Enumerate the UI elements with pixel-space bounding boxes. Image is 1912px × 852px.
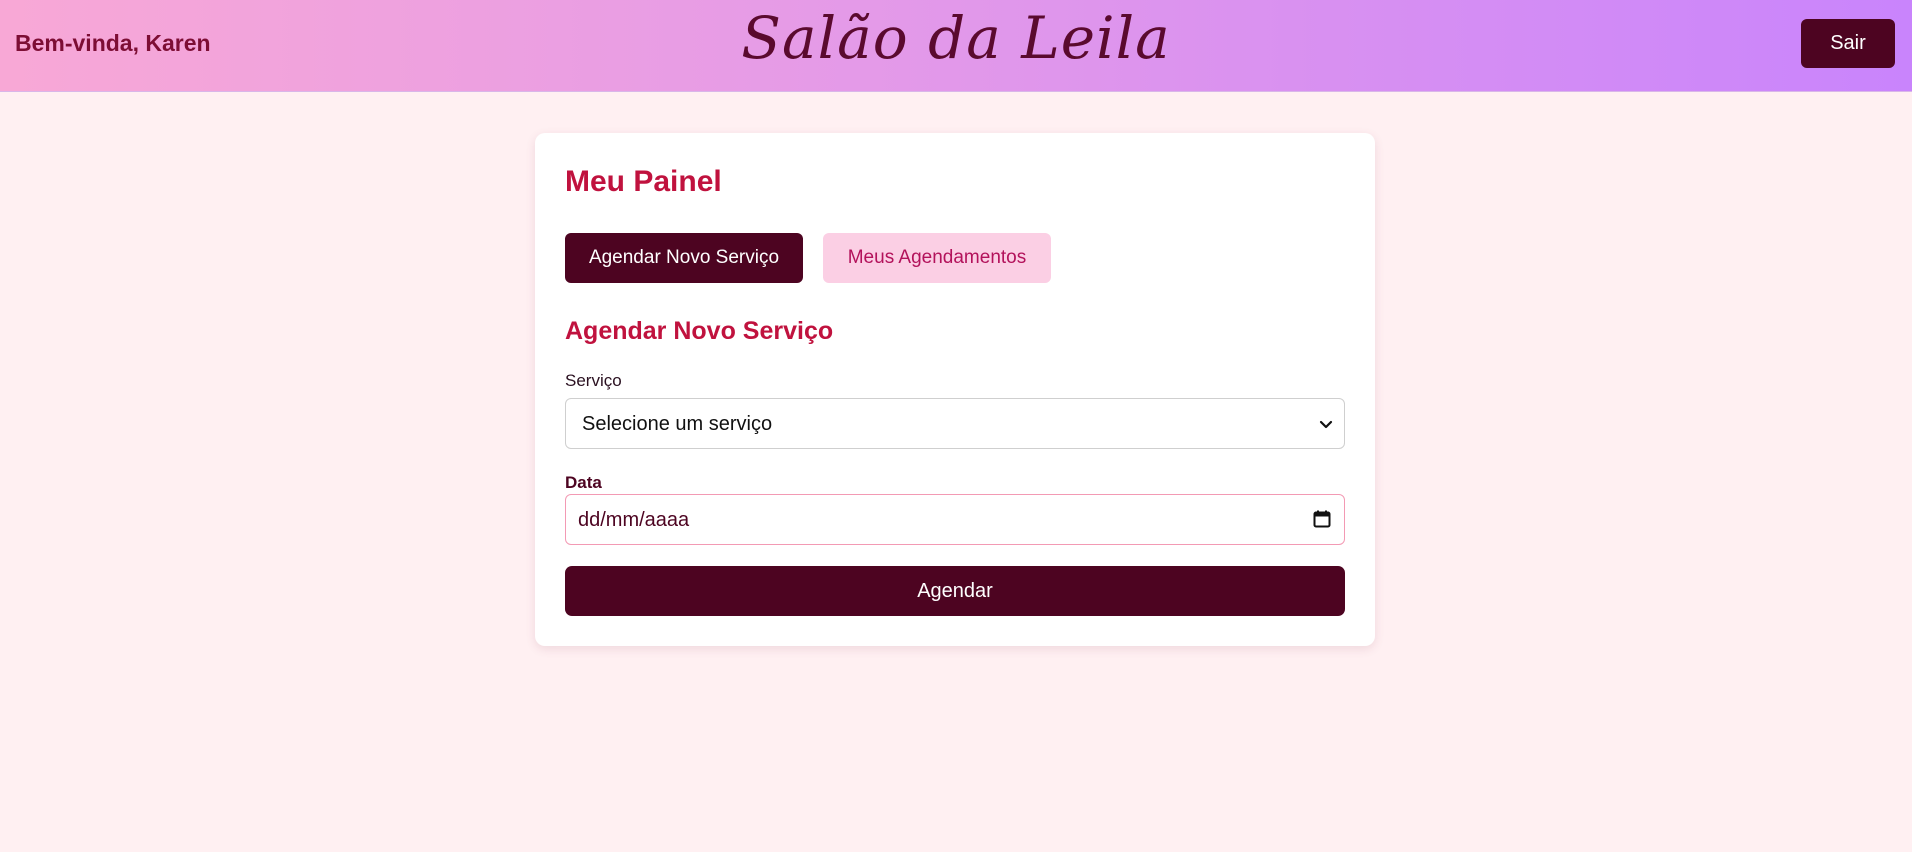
dashboard-card: Meu Painel Agendar Novo Serviço Meus Age… xyxy=(535,133,1375,646)
service-select[interactable]: Selecione um serviço xyxy=(565,398,1345,449)
date-input-placeholder: dd/mm/aaaa xyxy=(578,509,690,531)
tab-schedule-new-service[interactable]: Agendar Novo Serviço xyxy=(565,233,803,283)
brand-logo-text: Salão da Leila xyxy=(741,4,1171,72)
chevron-down-icon xyxy=(1319,420,1333,429)
tab-my-appointments[interactable]: Meus Agendamentos xyxy=(823,233,1051,283)
service-label: Serviço xyxy=(565,371,622,390)
calendar-icon[interactable] xyxy=(1312,509,1332,529)
date-label: Data xyxy=(565,473,602,492)
top-header: Bem-vinda, Karen Salão da Leila Sair xyxy=(0,0,1912,92)
logout-button[interactable]: Sair xyxy=(1801,19,1895,68)
date-input[interactable]: dd/mm/aaaa xyxy=(565,494,1345,545)
page-title: Meu Painel xyxy=(565,165,722,198)
schedule-submit-button[interactable]: Agendar xyxy=(565,566,1345,616)
form-section-title: Agendar Novo Serviço xyxy=(565,317,834,345)
service-select-value: Selecione um serviço xyxy=(582,413,773,435)
